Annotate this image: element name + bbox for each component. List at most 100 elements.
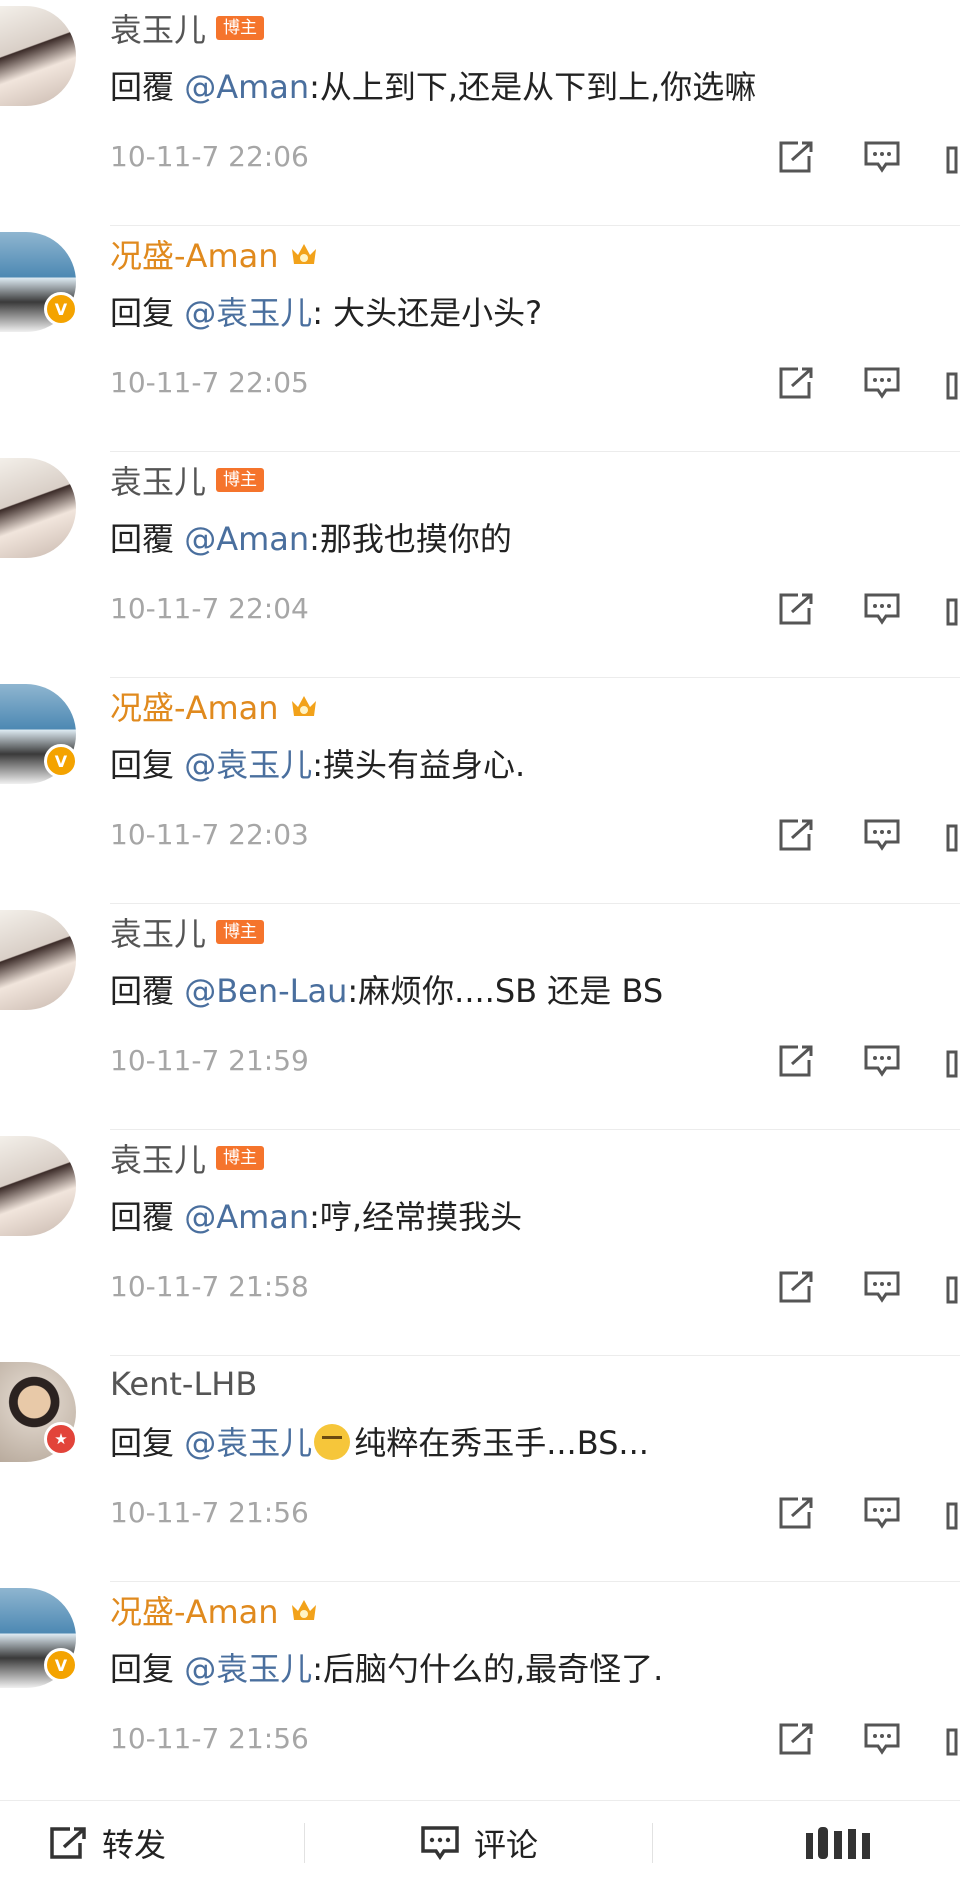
comment-text: 回复 @袁玉儿:摸头有益身心. <box>110 740 525 786</box>
mention-link[interactable]: @Aman <box>184 68 309 106</box>
reply-icon[interactable] <box>864 818 900 852</box>
like-icon[interactable] <box>946 1722 960 1756</box>
mention-link[interactable]: @Aman <box>184 520 309 558</box>
username-link[interactable]: 袁玉儿 <box>110 457 206 503</box>
author-tag: 博主 <box>216 468 265 492</box>
comment-body: :后脑勺什么的,最奇怪了. <box>312 1650 664 1688</box>
comment-item: 袁玉儿 博主 回覆 @Aman:从上到下,还是从下到上,你选嘛 10-11-7 … <box>0 0 960 226</box>
reply-prefix: 回复 <box>110 1424 185 1462</box>
reply-prefix: 回覆 <box>110 1198 185 1236</box>
avatar[interactable] <box>0 458 76 558</box>
reply-icon[interactable] <box>864 1496 900 1530</box>
timestamp: 10-11-7 21:58 <box>110 1270 309 1303</box>
divider <box>304 1823 305 1863</box>
comment-item: V 况盛-Aman 回复 @袁玉儿:后脑勺什么的,最奇怪了. 10-11-7 2… <box>0 1582 960 1808</box>
mention-link[interactable]: @袁玉儿 <box>184 1650 312 1688</box>
like-icon[interactable] <box>946 1044 960 1078</box>
comment-body: : 大头还是小头? <box>312 294 543 332</box>
member-badge: ★ <box>44 1422 78 1456</box>
comment-item: 袁玉儿 博主 回覆 @Aman:那我也摸你的 10-11-7 22:04 <box>0 452 960 678</box>
comment-item: V 况盛-Aman 回复 @袁玉儿: 大头还是小头? 10-11-7 22:05 <box>0 226 960 452</box>
bottom-action-bar: 转发 评论 <box>0 1800 960 1885</box>
reply-icon[interactable] <box>864 592 900 626</box>
share-icon[interactable] <box>778 366 814 400</box>
username-link[interactable]: 况盛-Aman <box>110 683 279 729</box>
share-icon[interactable] <box>778 1270 814 1304</box>
comment-item: 袁玉儿 博主 回覆 @Aman:哼,经常摸我头 10-11-7 21:58 <box>0 1130 960 1356</box>
repost-label: 转发 <box>102 1826 167 1864</box>
mention-link[interactable]: @袁玉儿 <box>184 294 312 332</box>
reply-icon[interactable] <box>864 1044 900 1078</box>
username-link[interactable]: 况盛-Aman <box>110 1587 279 1633</box>
avatar[interactable] <box>0 6 76 106</box>
verified-badge: V <box>44 292 78 326</box>
share-icon[interactable] <box>778 1496 814 1530</box>
reply-prefix: 回覆 <box>110 520 185 558</box>
share-icon[interactable] <box>778 592 814 626</box>
comment-body: :那我也摸你的 <box>309 520 512 558</box>
reply-icon[interactable] <box>864 1270 900 1304</box>
repost-icon <box>48 1825 88 1861</box>
timestamp: 10-11-7 21:56 <box>110 1496 309 1529</box>
avatar[interactable] <box>0 910 76 1010</box>
repost-button[interactable]: 转发 <box>48 1801 166 1885</box>
name-row: Kent-LHB <box>110 1362 257 1406</box>
comment-text: 回覆 @Aman:从上到下,还是从下到上,你选嘛 <box>110 62 756 108</box>
divider <box>652 1823 653 1863</box>
username-link[interactable]: 袁玉儿 <box>110 1135 206 1181</box>
name-row: 况盛-Aman <box>110 684 319 728</box>
share-icon[interactable] <box>778 818 814 852</box>
name-row: 袁玉儿 博主 <box>110 5 265 51</box>
comment-label: 评论 <box>474 1826 539 1864</box>
reply-icon[interactable] <box>864 1722 900 1756</box>
like-icon[interactable] <box>946 1496 960 1530</box>
share-icon[interactable] <box>778 140 814 174</box>
mention-link[interactable]: @袁玉儿 <box>184 746 312 784</box>
reply-prefix: 回覆 <box>110 68 185 106</box>
like-icon[interactable] <box>946 366 960 400</box>
reply-prefix: 回覆 <box>110 972 185 1010</box>
author-tag: 博主 <box>216 920 265 944</box>
username-link[interactable]: 袁玉儿 <box>110 5 206 51</box>
like-icon[interactable] <box>946 818 960 852</box>
crown-icon <box>289 1596 319 1624</box>
username-link[interactable]: Kent-LHB <box>110 1365 257 1403</box>
timestamp: 10-11-7 22:03 <box>110 818 309 851</box>
username-link[interactable]: 袁玉儿 <box>110 909 206 955</box>
reply-prefix: 回复 <box>110 1650 185 1688</box>
comment-body: :从上到下,还是从下到上,你选嘛 <box>309 68 757 106</box>
comment-body: :摸头有益身心. <box>312 746 526 784</box>
mention-link[interactable]: @Ben-Lau <box>184 972 347 1010</box>
comment-text: 回复 @袁玉儿:后脑勺什么的,最奇怪了. <box>110 1644 663 1690</box>
crown-icon <box>289 240 319 268</box>
name-row: 袁玉儿 博主 <box>110 909 265 955</box>
verified-badge: V <box>44 744 78 778</box>
comment-body: :哼,经常摸我头 <box>309 1198 523 1236</box>
share-icon[interactable] <box>778 1722 814 1756</box>
author-tag: 博主 <box>216 16 265 40</box>
avatar[interactable] <box>0 1136 76 1236</box>
like-button[interactable] <box>800 1801 880 1885</box>
name-row: 况盛-Aman <box>110 232 319 276</box>
mention-link[interactable]: @Aman <box>184 1198 309 1236</box>
comment-button[interactable]: 评论 <box>420 1801 538 1885</box>
reply-icon[interactable] <box>864 140 900 174</box>
comment-item: ★ Kent-LHB 回复 @袁玉儿 纯粹在秀玉手...BS... 10-11-7… <box>0 1356 960 1582</box>
share-icon[interactable] <box>778 1044 814 1078</box>
like-icon[interactable] <box>946 1270 960 1304</box>
comment-body: :麻烦你....SB 还是 BS <box>347 972 664 1010</box>
crown-icon <box>289 692 319 720</box>
comment-text: 回覆 @Aman:哼,经常摸我头 <box>110 1192 522 1238</box>
comment-item: V 况盛-Aman 回复 @袁玉儿:摸头有益身心. 10-11-7 22:03 <box>0 678 960 904</box>
mention-link[interactable]: @袁玉儿 <box>184 1424 312 1462</box>
comment-body: 纯粹在秀玉手...BS... <box>354 1424 649 1462</box>
comment-text: 回复 @袁玉儿 纯粹在秀玉手...BS... <box>110 1418 649 1464</box>
reply-icon[interactable] <box>864 366 900 400</box>
timestamp: 10-11-7 22:04 <box>110 592 309 625</box>
timestamp: 10-11-7 21:59 <box>110 1044 309 1077</box>
comment-text: 回覆 @Aman:那我也摸你的 <box>110 514 512 560</box>
timestamp: 10-11-7 22:05 <box>110 366 309 399</box>
like-icon[interactable] <box>946 140 960 174</box>
like-icon[interactable] <box>946 592 960 626</box>
username-link[interactable]: 况盛-Aman <box>110 231 279 277</box>
